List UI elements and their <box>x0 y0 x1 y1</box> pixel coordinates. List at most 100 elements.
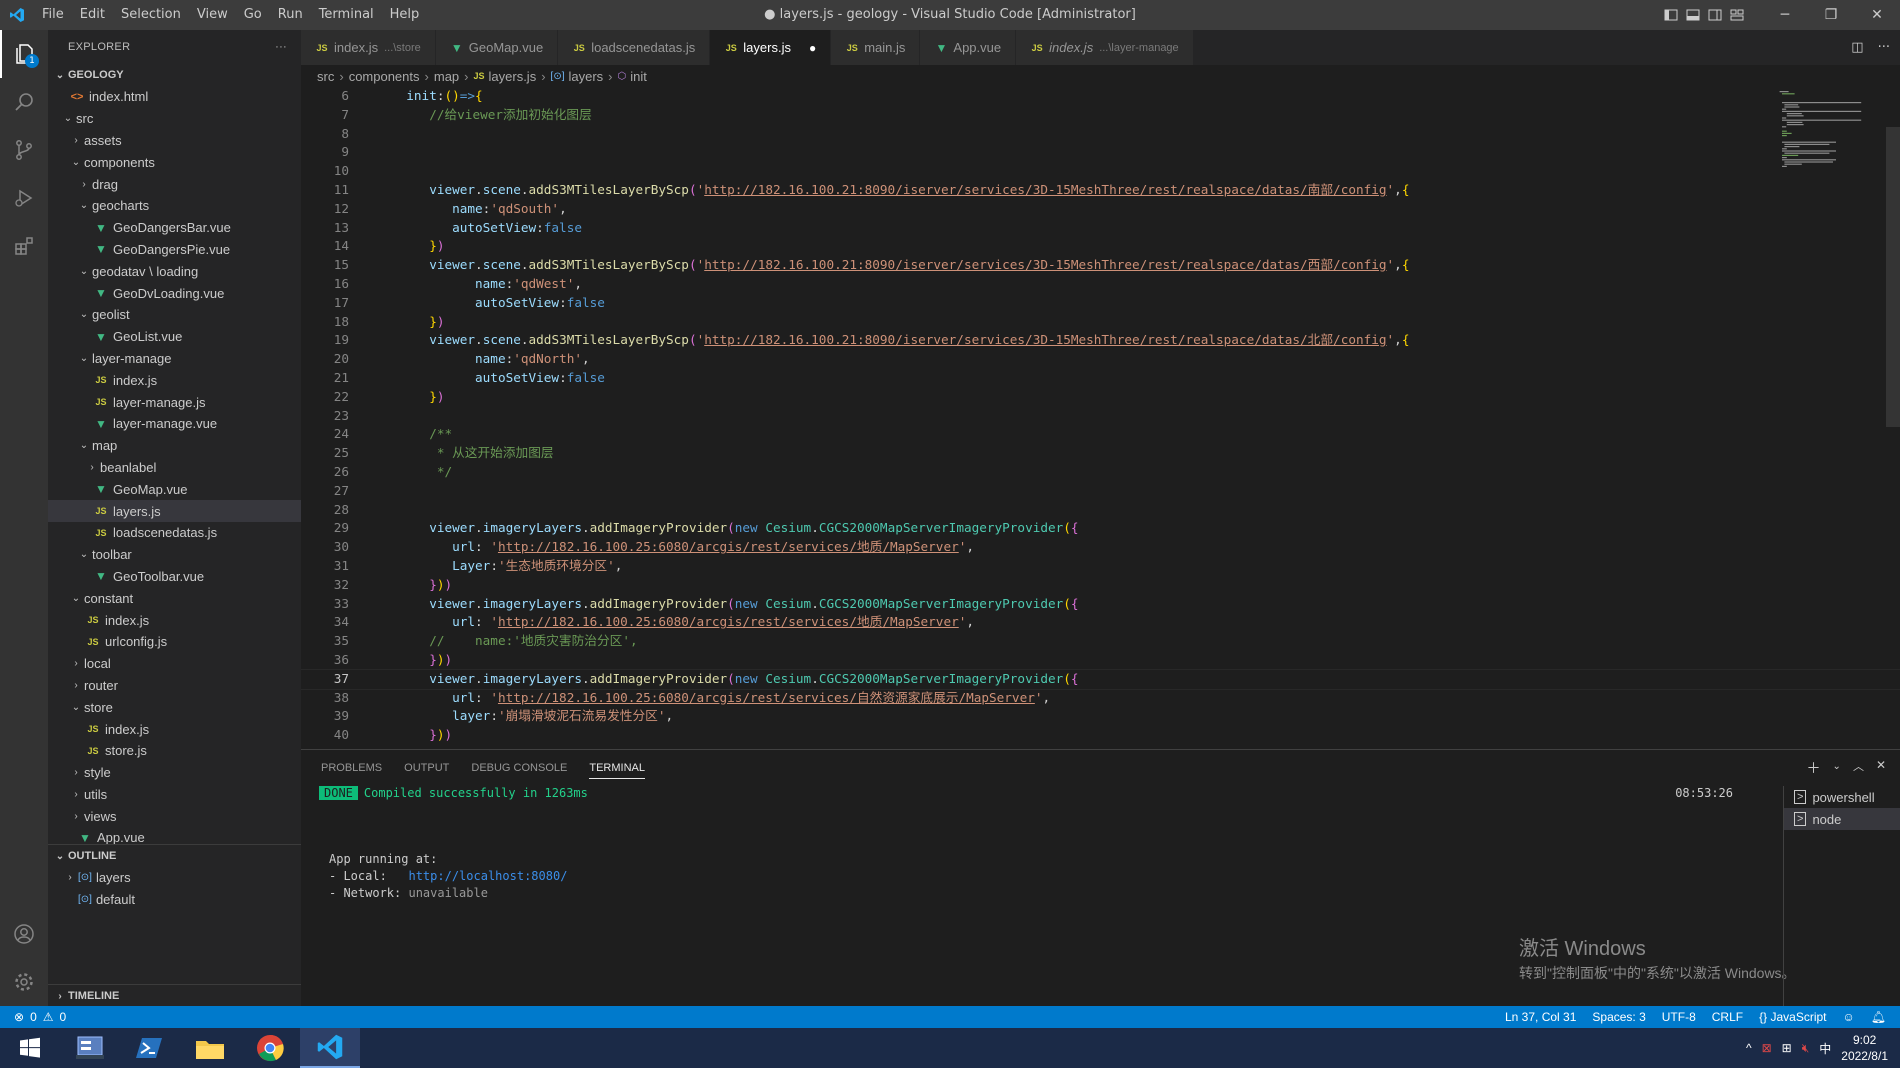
tab-index-js[interactable]: JS index.js ...\layer-manage <box>1016 30 1194 65</box>
tab-index-js[interactable]: JS index.js ...\store <box>301 30 436 65</box>
code-line[interactable]: 6 init:()=>{ <box>301 87 1900 106</box>
panel-tab-problems[interactable]: PROBLEMS <box>321 762 382 774</box>
code-line[interactable]: 20 name:'qdNorth', <box>301 350 1900 369</box>
folder-item[interactable]: › assets <box>48 130 301 152</box>
code-line[interactable]: 35 // name:'地质灾害防治分区', <box>301 632 1900 651</box>
editor-scrollbar[interactable] <box>1886 127 1900 427</box>
file-item[interactable]: JS index.js <box>48 718 301 740</box>
taskbar-clock[interactable]: 9:02 2022/8/1 <box>1841 1032 1888 1064</box>
tray-app-icon[interactable]: ⊠ <box>1762 1041 1772 1055</box>
file-item[interactable]: JS layers.js <box>48 500 301 522</box>
code-line[interactable]: 34 url: 'http://182.16.100.25:6080/arcgi… <box>301 613 1900 632</box>
code-line[interactable]: 11 viewer.scene.addS3MTilesLayerByScp('h… <box>301 181 1900 200</box>
folder-item[interactable]: ⌄ layer-manage <box>48 348 301 370</box>
tab-layers-js[interactable]: JS layers.js ● <box>710 30 832 65</box>
terminal-item-node[interactable]: > node <box>1784 808 1900 830</box>
language-mode[interactable]: {} JavaScript <box>1759 1010 1826 1024</box>
code-line[interactable]: 40 })) <box>301 726 1900 745</box>
code-line[interactable]: 8 <box>301 125 1900 144</box>
code-line[interactable]: 37 viewer.imageryLayers.addImageryProvid… <box>301 668 1900 690</box>
chevron-down-icon[interactable]: ⌄ <box>1833 758 1841 778</box>
network-icon[interactable]: ⊞ <box>1782 1041 1792 1055</box>
file-item[interactable]: ▼ GeoDvLoading.vue <box>48 282 301 304</box>
minimize-button[interactable]: ─ <box>1762 0 1808 30</box>
settings-gear-icon[interactable] <box>0 958 48 1006</box>
folder-item[interactable]: ⌄ src <box>48 108 301 130</box>
breadcrumb-item[interactable]: map <box>434 69 459 84</box>
code-line[interactable]: 13 autoSetView:false <box>301 219 1900 238</box>
folder-item[interactable]: › drag <box>48 173 301 195</box>
notifications-bell-icon[interactable]: 🔔︎ <box>1871 1010 1886 1024</box>
panel-tab-debug-console[interactable]: DEBUG CONSOLE <box>471 762 567 774</box>
folder-item[interactable]: ⌄ geocharts <box>48 195 301 217</box>
menu-go[interactable]: Go <box>236 0 270 30</box>
code-line[interactable]: 33 viewer.imageryLayers.addImageryProvid… <box>301 595 1900 614</box>
folder-item[interactable]: ⌄ store <box>48 696 301 718</box>
account-icon[interactable] <box>0 910 48 958</box>
code-line[interactable]: 12 name:'qdSouth', <box>301 200 1900 219</box>
split-editor-icon[interactable]: ◫ <box>1851 40 1863 55</box>
panel-tab-terminal[interactable]: TERMINAL <box>589 757 645 779</box>
breadcrumb-item[interactable]: init <box>630 69 647 84</box>
folder-item[interactable]: ⌄ toolbar <box>48 544 301 566</box>
terminal-item-powershell[interactable]: > powershell <box>1784 786 1900 808</box>
code-line[interactable]: 27 <box>301 482 1900 501</box>
breadcrumb-item[interactable]: layers <box>568 69 603 84</box>
close-panel-icon[interactable]: ✕ <box>1876 758 1886 778</box>
problems-indicator[interactable]: ⊗ 0 ⚠ 0 <box>0 1010 66 1024</box>
file-item[interactable]: JS index.js <box>48 609 301 631</box>
file-item[interactable]: JS index.js <box>48 369 301 391</box>
code-line[interactable]: 31 Layer:'生态地质环境分区', <box>301 557 1900 576</box>
toggle-secondary-sidebar-icon[interactable] <box>1704 0 1726 30</box>
folder-item[interactable]: ⌄ constant <box>48 587 301 609</box>
explorer-icon[interactable]: 1 <box>0 30 48 78</box>
code-line[interactable]: 14 }) <box>301 237 1900 256</box>
file-item[interactable]: ▼ layer-manage.vue <box>48 413 301 435</box>
volume-muted-icon[interactable]: 🔇︎ <box>1802 1041 1810 1056</box>
file-item[interactable]: JS store.js <box>48 740 301 762</box>
panel-tab-output[interactable]: OUTPUT <box>404 762 449 774</box>
code-line[interactable]: 29 viewer.imageryLayers.addImageryProvid… <box>301 519 1900 538</box>
maximize-panel-icon[interactable]: ︿ <box>1853 758 1864 778</box>
menu-help[interactable]: Help <box>382 0 428 30</box>
tab-geomap-vue[interactable]: ▼ GeoMap.vue <box>435 30 559 65</box>
powershell-icon[interactable] <box>120 1028 180 1068</box>
code-line[interactable]: 24 /** <box>301 425 1900 444</box>
file-explorer-icon[interactable] <box>180 1028 240 1068</box>
close-window-button[interactable]: ✕ <box>1854 0 1900 30</box>
code-lines[interactable]: 6 init:()=>{7 //给viewer添加初始化图层 8 9 10 11 vie… <box>301 87 1900 749</box>
search-icon[interactable] <box>0 78 48 126</box>
folder-item[interactable]: › beanlabel <box>48 457 301 479</box>
file-item[interactable]: ▼ GeoList.vue <box>48 326 301 348</box>
file-item[interactable]: ▼ GeoMap.vue <box>48 478 301 500</box>
code-line[interactable]: 19 viewer.scene.addS3MTilesLayerByScp('h… <box>301 331 1900 350</box>
file-item[interactable]: ▼ GeoDangersBar.vue <box>48 217 301 239</box>
code-editor[interactable]: 6 init:()=>{7 //给viewer添加初始化图层 8 9 10 11 vie… <box>301 87 1900 749</box>
code-line[interactable]: 17 autoSetView:false <box>301 294 1900 313</box>
code-line[interactable]: 30 url: 'http://182.16.100.25:6080/arcgi… <box>301 538 1900 557</box>
folder-item[interactable]: › views <box>48 805 301 827</box>
toggle-sidebar-icon[interactable] <box>1660 0 1682 30</box>
file-item[interactable]: JS loadscenedatas.js <box>48 522 301 544</box>
server-manager-icon[interactable] <box>60 1028 120 1068</box>
tab-loadscenedatas-js[interactable]: JS loadscenedatas.js <box>558 30 711 65</box>
code-line[interactable]: 38 url: 'http://182.16.100.25:6080/arcgi… <box>301 689 1900 708</box>
feedback-icon[interactable]: ☺ <box>1843 1010 1855 1024</box>
file-item[interactable]: ▼ GeoToolbar.vue <box>48 566 301 588</box>
breadcrumb-item[interactable]: components <box>349 69 420 84</box>
tab-main-js[interactable]: JS main.js <box>831 30 921 65</box>
folder-item[interactable]: ⌄ geolist <box>48 304 301 326</box>
folder-item[interactable]: ⌄ geodatav \ loading <box>48 260 301 282</box>
timeline-header[interactable]: › TIMELINE <box>48 985 301 1007</box>
menu-terminal[interactable]: Terminal <box>311 0 382 30</box>
menu-selection[interactable]: Selection <box>113 0 189 30</box>
code-line[interactable]: 18 }) <box>301 313 1900 332</box>
extensions-icon[interactable] <box>0 222 48 270</box>
outline-header[interactable]: ⌄ OUTLINE <box>48 845 301 867</box>
file-item[interactable]: JS layer-manage.js <box>48 391 301 413</box>
vscode-logo-icon[interactable] <box>0 0 34 30</box>
folder-item[interactable]: ⌄ components <box>48 151 301 173</box>
local-url-link[interactable]: http://localhost:8080/ <box>408 869 567 883</box>
menu-file[interactable]: File <box>34 0 72 30</box>
menu-run[interactable]: Run <box>270 0 311 30</box>
